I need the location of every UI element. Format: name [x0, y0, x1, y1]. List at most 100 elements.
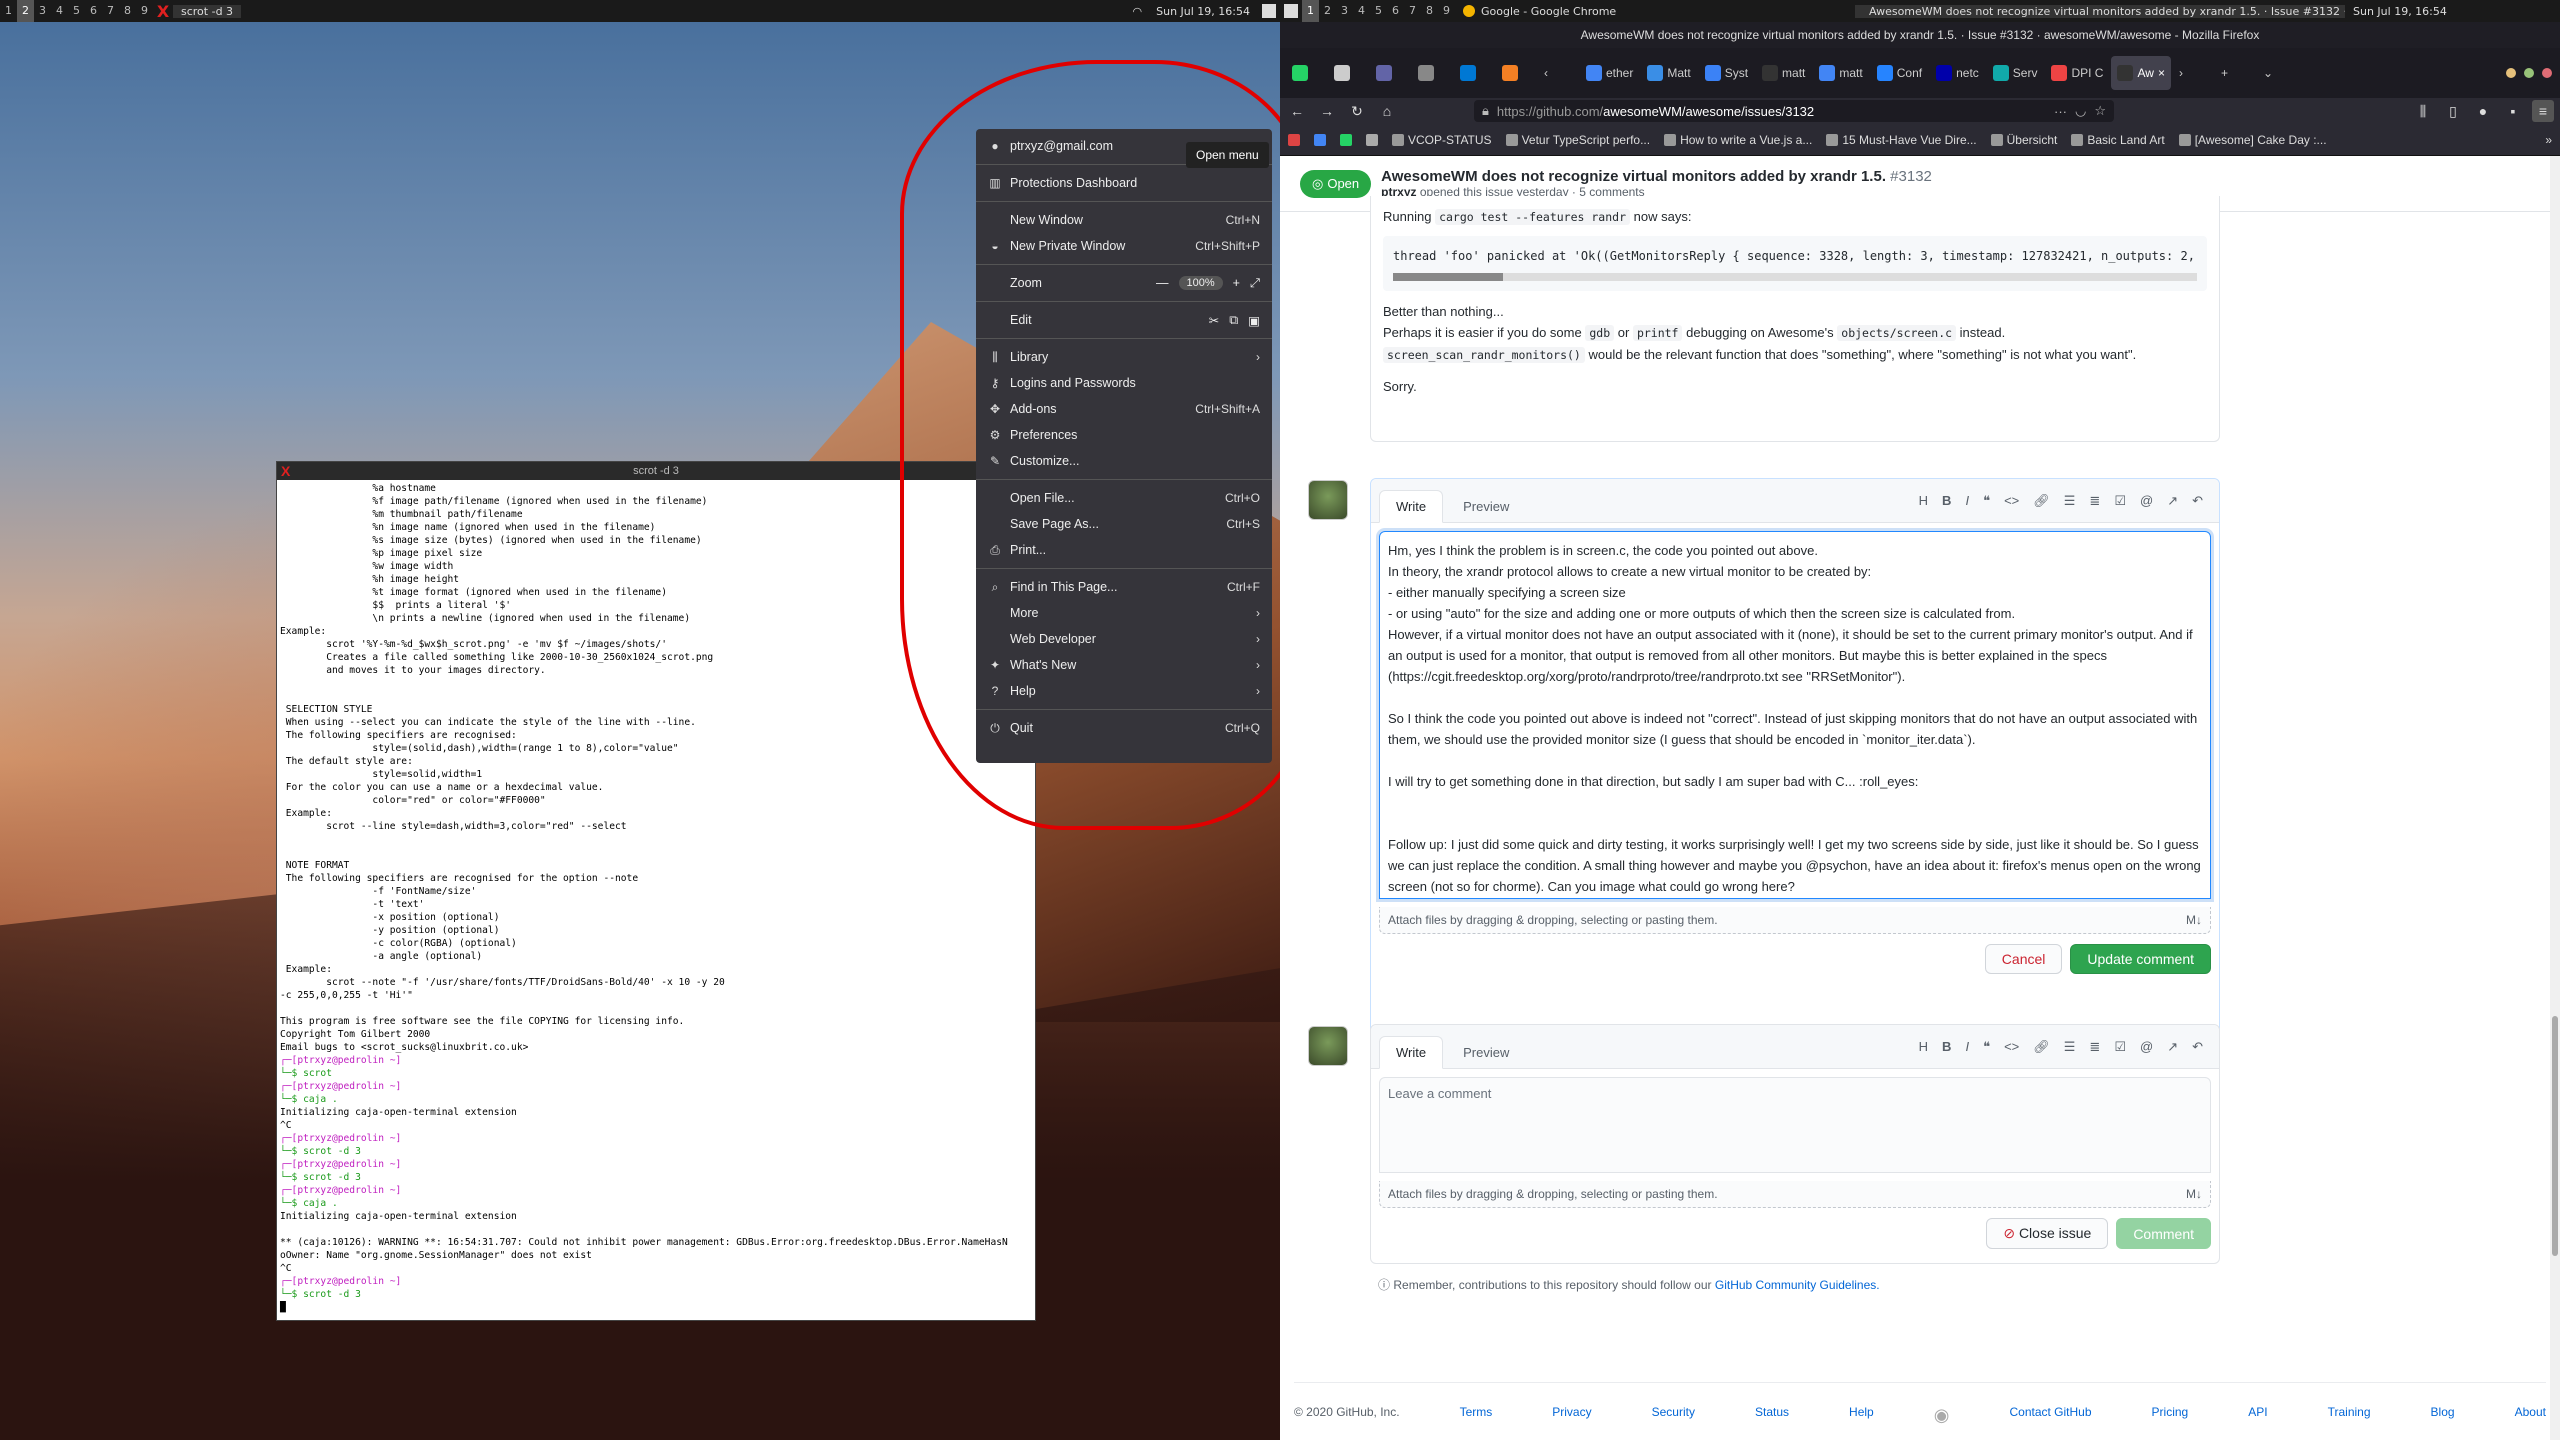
menu-logins[interactable]: ⚷ Logins and Passwords — [976, 370, 1272, 396]
tag-6[interactable]: 6 — [1387, 0, 1404, 22]
footer-link[interactable]: Terms — [1460, 1405, 1493, 1426]
quote-icon[interactable]: ❝ — [1983, 1039, 1990, 1055]
close-issue-button[interactable]: ⊘ Close issue — [1986, 1218, 2109, 1249]
reply-icon[interactable]: ↶ — [2192, 1039, 2203, 1055]
browser-tab[interactable]: ether — [1580, 56, 1639, 90]
heading-icon[interactable]: H — [1919, 493, 1928, 509]
pocket-icon[interactable]: ◡ — [2075, 103, 2086, 119]
attach-files-bar[interactable]: Attach files by dragging & dropping, sel… — [1379, 1181, 2211, 1208]
tag-4[interactable]: 4 — [51, 0, 68, 22]
paste-icon[interactable]: ▣ — [1248, 313, 1260, 328]
reply-icon[interactable]: ↶ — [2192, 493, 2203, 509]
menu-find[interactable]: ⌕ Find in This Page... Ctrl+F — [976, 574, 1272, 600]
whatsapp-tab[interactable] — [1286, 56, 1326, 90]
bookmark-item[interactable]: VCOP-STATUS — [1392, 133, 1492, 147]
tab-preview[interactable]: Preview — [1447, 491, 1525, 522]
update-comment-button[interactable]: Update comment — [2070, 944, 2211, 974]
pinned-tab[interactable] — [1496, 56, 1536, 90]
tag-3[interactable]: 3 — [1336, 0, 1353, 22]
tab-preview[interactable]: Preview — [1447, 1037, 1525, 1068]
avatar[interactable] — [1308, 480, 1348, 520]
menu-customize[interactable]: ✎ Customize... — [976, 448, 1272, 474]
tag-6[interactable]: 6 — [85, 0, 102, 22]
task-list-icon[interactable]: ☑ — [2114, 493, 2126, 509]
tag-5[interactable]: 5 — [68, 0, 85, 22]
bold-icon[interactable]: B — [1942, 1039, 1951, 1055]
markdown-icon[interactable]: M↓ — [2186, 1187, 2202, 1201]
footer-link[interactable]: About — [2515, 1405, 2546, 1426]
zoom-in-button[interactable]: + — [1233, 276, 1240, 290]
bookmark-whatsapp[interactable] — [1340, 133, 1352, 146]
copy-icon[interactable]: ⧉ — [1229, 313, 1238, 328]
menu-quit[interactable]: ⏻ Quit Ctrl+Q — [976, 715, 1272, 741]
pinned-tab[interactable] — [1454, 56, 1494, 90]
footer-link[interactable]: Privacy — [1552, 1405, 1591, 1426]
tab-write[interactable]: Write — [1379, 1036, 1444, 1069]
tag-1[interactable]: 1 — [1302, 0, 1319, 22]
pinned-tab[interactable] — [1370, 56, 1410, 90]
browser-tab[interactable]: Matt — [1641, 56, 1696, 90]
numbered-list-icon[interactable]: ≣ — [2089, 493, 2100, 509]
markdown-icon[interactable]: M↓ — [2186, 913, 2202, 927]
browser-tab[interactable]: DPI C — [2045, 56, 2109, 90]
pinned-tab[interactable] — [1328, 56, 1368, 90]
menu-preferences[interactable]: ⚙ Preferences — [976, 422, 1272, 448]
reference-icon[interactable]: ↗ — [2167, 1039, 2178, 1055]
layout-icon[interactable] — [1262, 4, 1276, 18]
zoom-out-button[interactable]: — — [1156, 276, 1169, 290]
menu-addons[interactable]: ✥ Add-ons Ctrl+Shift+A — [976, 396, 1272, 422]
code-scrollbar[interactable] — [1393, 273, 2197, 281]
back-button[interactable]: ← — [1286, 100, 1308, 122]
cancel-button[interactable]: Cancel — [1984, 944, 2063, 974]
library-icon[interactable]: ⫼ — [2412, 100, 2434, 122]
reload-button[interactable]: ↻ — [1346, 100, 1368, 122]
tag-1[interactable]: 1 — [0, 0, 17, 22]
avatar[interactable] — [1308, 1026, 1348, 1066]
bookmark-gmail[interactable] — [1288, 133, 1300, 146]
sidebar-icon[interactable]: ▯ — [2442, 100, 2464, 122]
comment-textarea[interactable]: Leave a comment — [1379, 1077, 2211, 1173]
attach-files-bar[interactable]: Attach files by dragging & dropping, sel… — [1379, 907, 2211, 934]
page-actions-icon[interactable]: ··· — [2054, 104, 2067, 119]
footer-link[interactable]: Pricing — [2152, 1405, 2189, 1426]
menu-library[interactable]: ⫼ Library › — [976, 344, 1272, 370]
footer-link[interactable]: Security — [1652, 1405, 1695, 1426]
extension-icon[interactable]: ▪ — [2502, 100, 2524, 122]
close-window-icon[interactable] — [2542, 68, 2552, 78]
tab-list-button[interactable]: ⌄ — [2257, 56, 2297, 90]
bookmark-star-icon[interactable]: ☆ — [2094, 103, 2106, 119]
code-icon[interactable]: <> — [2004, 493, 2019, 509]
numbered-list-icon[interactable]: ≣ — [2089, 1039, 2100, 1055]
new-tab-button[interactable]: + — [2215, 56, 2255, 90]
menu-new-private-window[interactable]: ◒ New Private Window Ctrl+Shift+P — [976, 233, 1272, 259]
bullet-list-icon[interactable]: ☰ — [2064, 493, 2076, 509]
tag-7[interactable]: 7 — [102, 0, 119, 22]
menu-more[interactable]: More › — [976, 600, 1272, 626]
menu-protections-dashboard[interactable]: ▥ Protections Dashboard — [976, 170, 1272, 196]
bookmark-tool[interactable] — [1366, 133, 1378, 146]
home-button[interactable]: ⌂ — [1376, 100, 1398, 122]
pinned-tab[interactable] — [1412, 56, 1452, 90]
forward-button[interactable]: → — [1316, 100, 1338, 122]
cut-icon[interactable]: ✂ — [1209, 313, 1219, 328]
bookmark-item[interactable]: How to write a Vue.js a... — [1664, 133, 1812, 147]
github-logo-icon[interactable]: ◉ — [1934, 1405, 1950, 1426]
footer-link[interactable]: Status — [1755, 1405, 1789, 1426]
bookmark-item[interactable]: Basic Land Art — [2071, 133, 2165, 147]
italic-icon[interactable]: I — [1965, 1039, 1969, 1055]
quote-icon[interactable]: ❝ — [1983, 493, 1990, 509]
fullscreen-icon[interactable]: ⤢ — [1250, 276, 1260, 291]
italic-icon[interactable]: I — [1965, 493, 1969, 509]
open-menu-button[interactable]: ≡ — [2532, 100, 2554, 122]
layout-icon[interactable] — [1284, 4, 1298, 18]
mention-icon[interactable]: @ — [2140, 1039, 2153, 1055]
firefox-titlebar[interactable]: AwesomeWM does not recognize virtual mon… — [1280, 22, 2560, 48]
zoom-reset-button[interactable]: 100% — [1178, 276, 1223, 290]
firefox-window-title[interactable]: AwesomeWM does not recognize virtual mon… — [1855, 4, 2345, 18]
browser-tab[interactable]: matt — [1813, 56, 1868, 90]
account-icon[interactable]: ● — [2472, 100, 2494, 122]
bookmark-item[interactable]: Vetur TypeScript perfo... — [1505, 133, 1650, 147]
tag-2[interactable]: 2 — [17, 0, 34, 22]
bookmark-calendar[interactable] — [1314, 133, 1326, 146]
footer-link[interactable]: Training — [2328, 1405, 2371, 1426]
